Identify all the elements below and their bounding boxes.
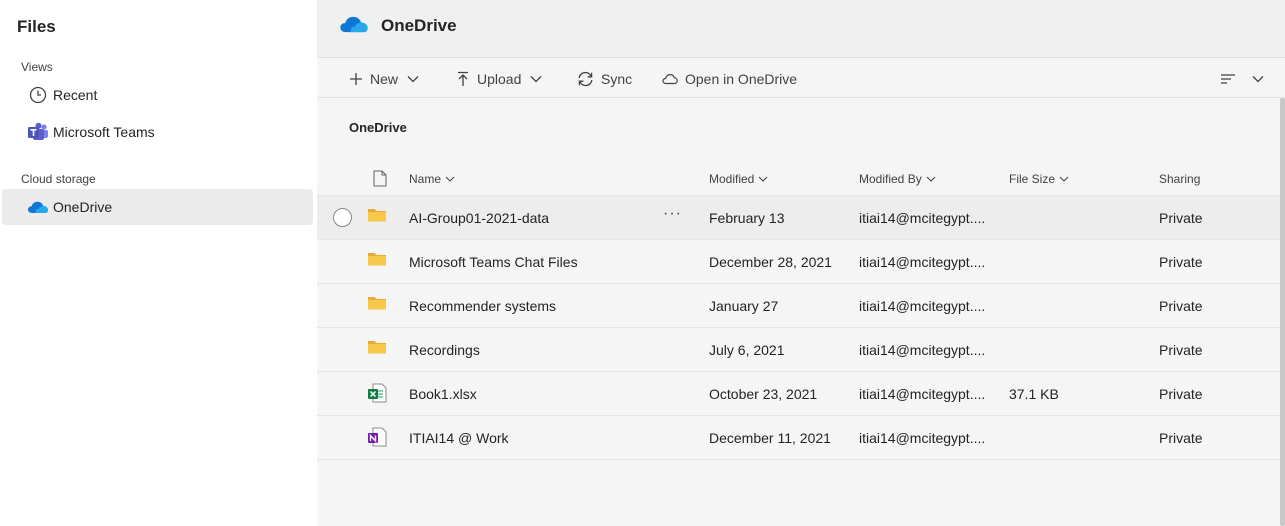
upload-icon [458, 71, 468, 86]
file-name[interactable]: ITIAI14 @ Work [409, 430, 509, 446]
sidebar: Files Views Recent Microsoft Teams Cloud… [0, 0, 317, 526]
column-label: Modified [709, 172, 755, 186]
cloud-outline-icon [662, 73, 678, 84]
column-label: Modified By [859, 172, 922, 186]
teams-icon [27, 121, 49, 143]
folder-icon [367, 207, 387, 226]
table-row[interactable]: ITIAI14 @ Work December 11, 2021 itiai14… [317, 416, 1280, 460]
file-name[interactable]: Microsoft Teams Chat Files [409, 254, 578, 270]
folder-icon [367, 295, 387, 314]
file-sharing: Private [1159, 386, 1203, 402]
chevron-down-icon [445, 176, 455, 182]
file-modified: December 11, 2021 [709, 430, 831, 446]
column-header-name[interactable]: Name [409, 172, 455, 186]
file-modified: February 13 [709, 210, 785, 226]
chevron-down-icon [530, 75, 542, 82]
upload-button[interactable]: Upload [456, 59, 542, 98]
file-modified-by: itiai14@mcitegypt.... [859, 430, 986, 446]
sidebar-item-label: Recent [53, 87, 98, 103]
sidebar-item-microsoft-teams[interactable]: Microsoft Teams [2, 114, 313, 150]
onenote-file-icon [367, 427, 387, 450]
column-label: File Size [1009, 172, 1056, 186]
file-sharing: Private [1159, 210, 1203, 226]
new-button-label: New [370, 70, 399, 87]
cloud-storage-section-label: Cloud storage [21, 172, 96, 186]
chevron-down-icon [1059, 176, 1069, 182]
sidebar-item-label: Microsoft Teams [53, 124, 155, 140]
file-modified: October 23, 2021 [709, 386, 818, 402]
file-modified: December 28, 2021 [709, 254, 832, 270]
main-content: OneDrive New Upload Sync Open in OneDriv… [317, 0, 1285, 526]
sidebar-title: Files [17, 17, 56, 36]
onedrive-cloud-icon [27, 196, 49, 218]
file-name[interactable]: AI-Group01-2021-data [409, 210, 549, 226]
column-header-file-size[interactable]: File Size [1009, 172, 1069, 186]
table-row[interactable]: Book1.xlsx October 23, 2021 itiai14@mcit… [317, 372, 1280, 416]
file-modified-by: itiai14@mcitegypt.... [859, 298, 986, 314]
view-options-icon [1221, 73, 1235, 84]
folder-icon [367, 339, 387, 358]
table-row[interactable]: Microsoft Teams Chat Files December 28, … [317, 240, 1280, 284]
chevron-down-icon [407, 75, 419, 82]
file-list-header: Name Modified Modified By File Size Shar… [317, 160, 1280, 196]
file-modified-by: itiai14@mcitegypt.... [859, 342, 986, 358]
file-type-icon[interactable] [369, 170, 387, 187]
sidebar-item-label: OneDrive [53, 199, 113, 215]
upload-button-label: Upload [477, 70, 522, 87]
file-size: 37.1 KB [1009, 386, 1059, 402]
sidebar-item-onedrive[interactable]: OneDrive [2, 189, 313, 225]
sync-button-label: Sync [601, 70, 633, 87]
sync-icon [578, 71, 593, 86]
breadcrumb: OneDrive [349, 120, 407, 135]
column-header-modified-by[interactable]: Modified By [859, 172, 936, 186]
table-row[interactable]: Recommender systems January 27 itiai14@m… [317, 284, 1280, 328]
open-in-onedrive-label: Open in OneDrive [685, 70, 798, 87]
table-row[interactable]: AI-Group01-2021-data ··· February 13 iti… [317, 196, 1280, 240]
file-sharing: Private [1159, 298, 1203, 314]
file-name[interactable]: Recommender systems [409, 298, 556, 314]
clock-icon [27, 84, 49, 106]
new-button[interactable]: New [349, 59, 419, 98]
file-name[interactable]: Recordings [409, 342, 480, 358]
file-list: Name Modified Modified By File Size Shar… [317, 160, 1280, 460]
onedrive-logo-icon [339, 14, 369, 39]
chevron-down-icon [1252, 75, 1264, 82]
file-sharing: Private [1159, 430, 1203, 446]
file-modified-by: itiai14@mcitegypt.... [859, 386, 986, 402]
sync-button[interactable]: Sync [577, 59, 632, 98]
column-label: Sharing [1159, 172, 1201, 186]
column-header-sharing[interactable]: Sharing [1159, 172, 1200, 186]
file-modified-by: itiai14@mcitegypt.... [859, 210, 986, 226]
file-modified-by: itiai14@mcitegypt.... [859, 254, 986, 270]
vertical-scrollbar[interactable] [1280, 98, 1285, 526]
file-name[interactable]: Book1.xlsx [409, 386, 477, 402]
table-row[interactable]: Recordings July 6, 2021 itiai14@mcitegyp… [317, 328, 1280, 372]
chevron-down-icon [759, 176, 768, 182]
view-options-button[interactable] [1220, 59, 1264, 98]
file-sharing: Private [1159, 254, 1203, 270]
file-modified: July 6, 2021 [709, 342, 785, 358]
file-modified: January 27 [709, 298, 779, 314]
sidebar-item-recent[interactable]: Recent [2, 77, 313, 113]
excel-file-icon [367, 383, 387, 406]
page-title: OneDrive [381, 16, 457, 35]
page-header: OneDrive [317, 0, 1285, 58]
command-bar: New Upload Sync Open in OneDrive [317, 59, 1285, 98]
open-in-onedrive-button[interactable]: Open in OneDrive [662, 59, 797, 98]
row-select-checkbox[interactable] [333, 208, 352, 227]
column-header-modified[interactable]: Modified [709, 172, 768, 186]
file-sharing: Private [1159, 342, 1203, 358]
views-section-label: Views [21, 60, 53, 74]
column-label: Name [409, 172, 442, 186]
more-actions-button[interactable]: ··· [663, 205, 682, 223]
chevron-down-icon [926, 176, 936, 182]
folder-icon [367, 251, 387, 270]
plus-icon [350, 72, 362, 85]
